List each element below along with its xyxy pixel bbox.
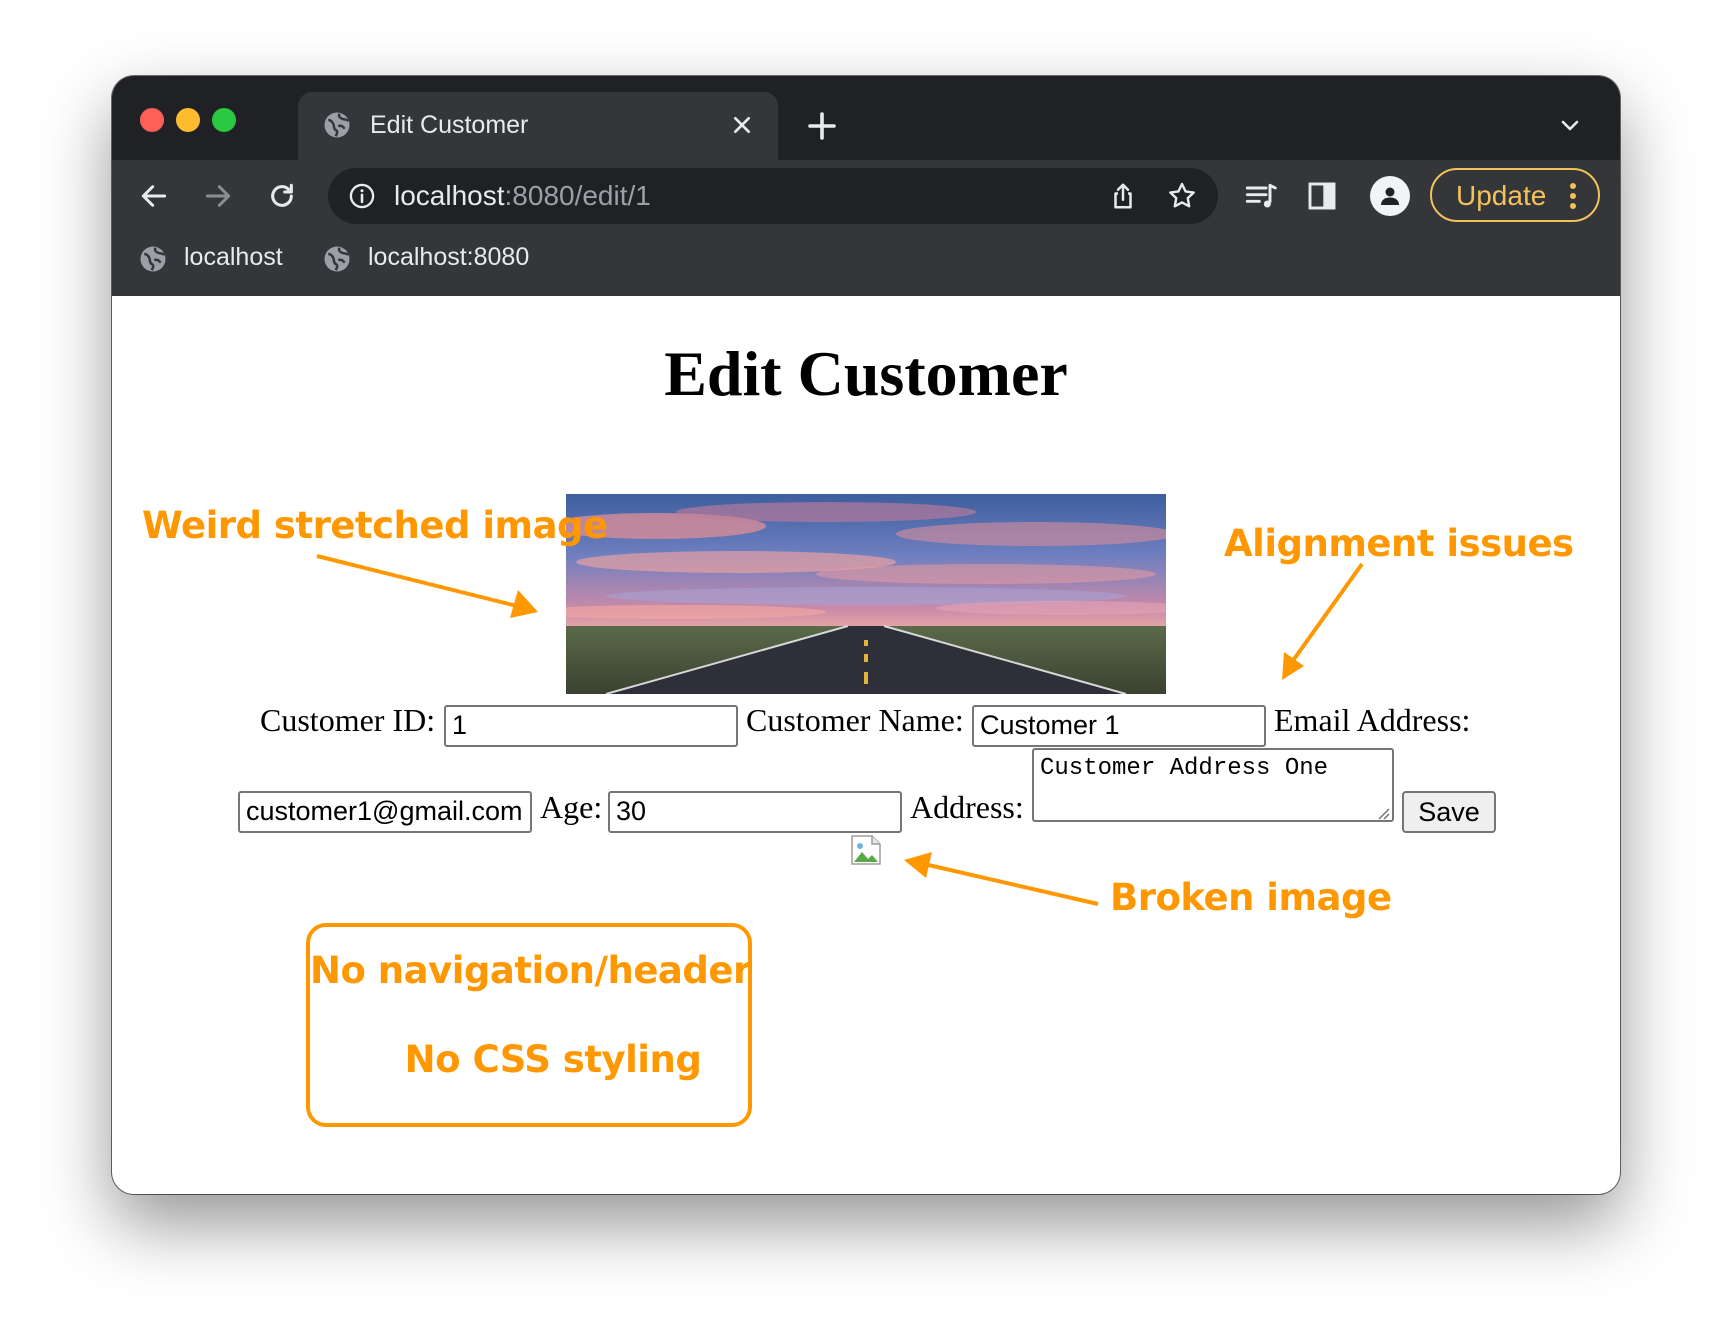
globe-icon: [324, 112, 350, 138]
customer-name-label: Customer Name:: [746, 702, 964, 738]
share-icon[interactable]: [1108, 180, 1138, 212]
url-host: localhost: [394, 180, 505, 211]
info-icon[interactable]: [348, 182, 376, 210]
resize-grip-icon[interactable]: [1376, 806, 1390, 820]
address-textarea[interactable]: Customer Address One: [1032, 748, 1394, 822]
page-title: Edit Customer: [664, 338, 1068, 409]
age-label: Age:: [540, 789, 603, 825]
profile-icon: [1381, 187, 1399, 205]
bookmark-localhost-8080[interactable]: localhost:8080: [322, 242, 552, 276]
back-icon[interactable]: [138, 180, 170, 212]
broken-image-icon: [851, 835, 881, 865]
forward-icon[interactable]: [202, 180, 234, 212]
age-input[interactable]: 30: [608, 791, 902, 833]
globe-icon: [324, 246, 350, 272]
annotation-stretched-image: Weird stretched image: [142, 504, 608, 547]
chevron-down-icon[interactable]: [1558, 114, 1582, 138]
maximize-window-button[interactable]: [212, 108, 236, 132]
browser-chrome: Edit Customer localhost:8080/edit/1 Upda…: [112, 76, 1620, 296]
bookmark-label: localhost: [184, 243, 283, 271]
url-text: localhost:8080/edit/1: [394, 179, 651, 213]
bookmark-label: localhost:8080: [368, 243, 530, 271]
plus-icon[interactable]: [804, 108, 840, 144]
update-label: Update: [1456, 180, 1547, 211]
profile-button[interactable]: [1370, 176, 1410, 216]
globe-icon: [140, 246, 166, 272]
star-icon[interactable]: [1166, 180, 1198, 212]
url-path: :8080/edit/1: [504, 180, 651, 211]
close-icon[interactable]: [726, 109, 758, 141]
email-input[interactable]: customer1@gmail.com: [238, 791, 532, 833]
update-button[interactable]: Update: [1430, 168, 1600, 222]
close-window-button[interactable]: [140, 108, 164, 132]
address-label: Address:: [910, 789, 1024, 825]
email-label: Email Address:: [1274, 702, 1471, 738]
tab-edit-customer[interactable]: Edit Customer: [298, 92, 778, 160]
kebab-menu-icon[interactable]: [1568, 182, 1578, 210]
save-button[interactable]: Save: [1402, 791, 1496, 833]
browser-window: Edit Customer localhost:8080/edit/1 Upda…: [112, 76, 1620, 1194]
annotation-no-navigation: No navigation/header: [310, 949, 751, 992]
customer-name-input[interactable]: Customer 1: [972, 705, 1266, 747]
customer-id-label: Customer ID:: [260, 702, 436, 738]
tab-strip: Edit Customer: [112, 76, 1620, 160]
arrow-icon: [316, 554, 538, 618]
annotation-callout-box: No navigation/header No CSS styling: [306, 923, 752, 1127]
customer-id-input[interactable]: 1: [444, 705, 738, 747]
arrow-icon: [904, 852, 1099, 906]
tab-title: Edit Customer: [370, 111, 529, 139]
stretched-hero-image: [566, 494, 1166, 694]
arrow-icon: [1282, 562, 1364, 680]
side-panel-icon[interactable]: [1306, 180, 1338, 212]
annotation-broken-image: Broken image: [1110, 876, 1392, 919]
annotation-no-css: No CSS styling: [404, 1038, 702, 1081]
reload-icon[interactable]: [266, 180, 298, 212]
address-bar[interactable]: localhost:8080/edit/1: [328, 168, 1218, 224]
minimize-window-button[interactable]: [176, 108, 200, 132]
bookmark-localhost[interactable]: localhost: [138, 242, 298, 276]
media-queue-icon[interactable]: [1244, 180, 1280, 212]
